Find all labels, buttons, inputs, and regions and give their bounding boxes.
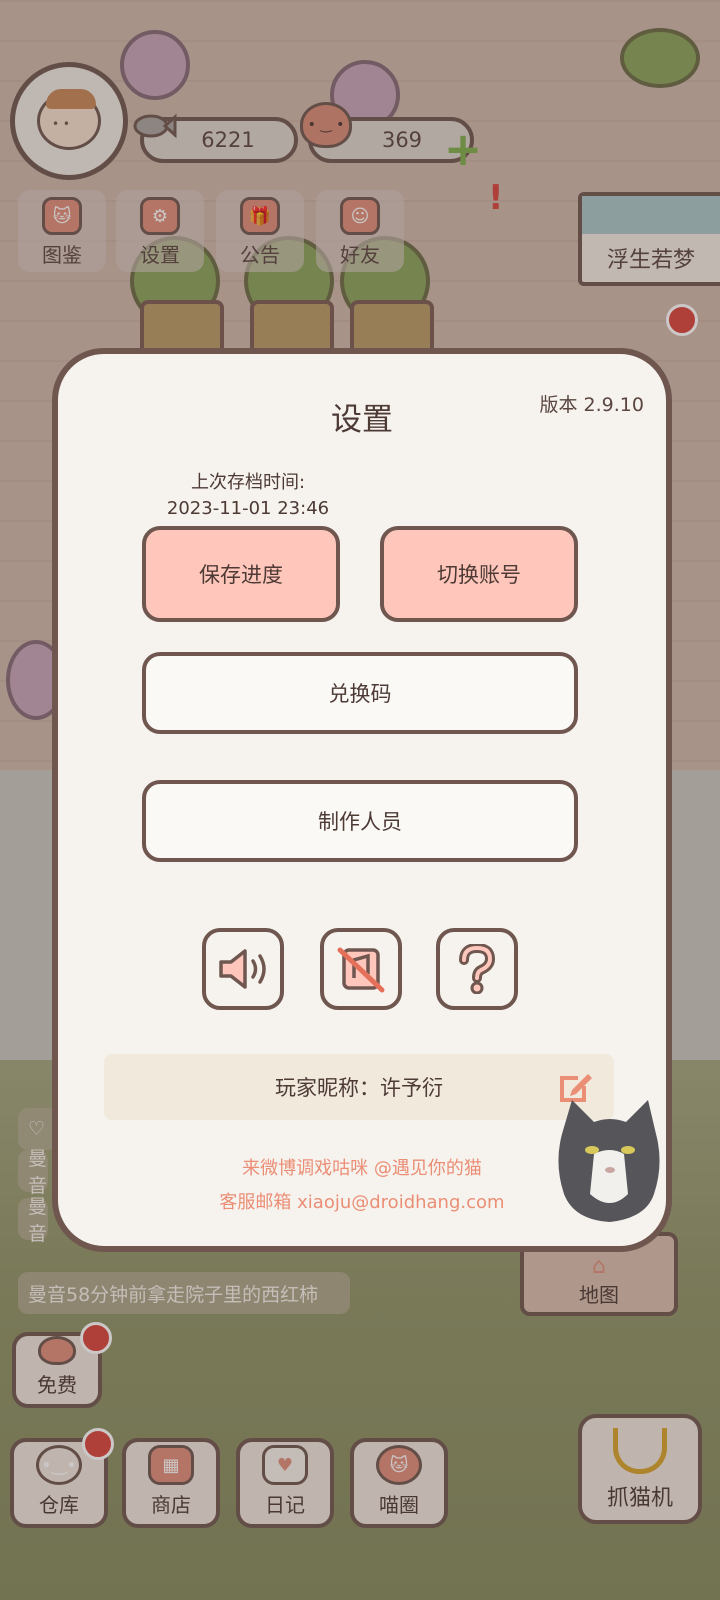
switch-account-label: 切换账号 (437, 563, 521, 587)
last-save-label: 上次存档时间: (190, 472, 306, 493)
nickname-row[interactable]: 玩家昵称：许予衍 (104, 1054, 614, 1120)
sound-toggle[interactable] (202, 928, 284, 1010)
last-save-time: 2023-11-01 23:46 (166, 498, 330, 519)
redeem-code-label: 兑换码 (328, 682, 392, 706)
switch-account-button[interactable]: 切换账号 (380, 526, 578, 622)
credits-button[interactable]: 制作人员 (142, 780, 578, 862)
nickname-text: 玩家昵称：许予衍 (275, 1076, 443, 1100)
speaker-icon (219, 949, 266, 989)
last-save-info: 上次存档时间: 2023-11-01 23:46 (158, 470, 338, 522)
credits-label: 制作人员 (318, 810, 402, 834)
help-button[interactable] (436, 928, 518, 1010)
version-label: 版本 2.9.10 (539, 394, 644, 416)
question-icon (459, 944, 496, 994)
save-progress-button[interactable]: 保存进度 (142, 526, 340, 622)
music-toggle[interactable] (320, 928, 402, 1010)
music-off-icon (337, 947, 385, 993)
save-progress-label: 保存进度 (199, 563, 283, 587)
cat-photo (558, 1100, 660, 1222)
redeem-code-button[interactable]: 兑换码 (142, 652, 578, 734)
